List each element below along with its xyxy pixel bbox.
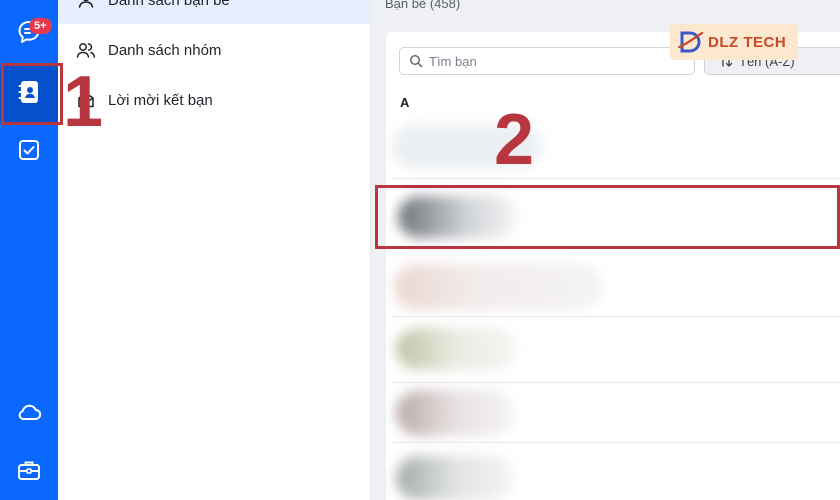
row-divider <box>392 178 840 179</box>
checkbox-icon <box>17 138 41 167</box>
blurred-contact[interactable] <box>396 390 514 436</box>
users-icon <box>76 40 96 60</box>
search-icon <box>409 54 423 68</box>
step-number-2: 2 <box>494 100 535 180</box>
highlight-box-step1 <box>1 63 63 125</box>
blurred-contact[interactable] <box>396 456 514 500</box>
contacts-sidebar: Danh sách bạn bè Danh sách nhóm Lời mời … <box>58 0 371 500</box>
sidebar-item-groups[interactable]: Danh sách nhóm <box>58 26 370 74</box>
sidebar-item-label: Danh sách nhóm <box>108 41 222 59</box>
rail-todo-button[interactable] <box>0 124 58 180</box>
search-input[interactable]: Tìm bạn <box>399 47 695 75</box>
sidebar-item-label: Danh sách bạn bè <box>108 0 230 9</box>
user-icon <box>76 0 96 10</box>
row-divider <box>392 316 840 317</box>
step-number-1: 1 <box>63 62 104 142</box>
page-title: Bạn bè (458) <box>385 0 461 11</box>
row-divider <box>392 382 840 383</box>
cloud-icon <box>16 400 42 429</box>
sidebar-item-label: Lời mời kết bạn <box>108 91 213 109</box>
brand-name: DLZ TECH <box>708 33 787 51</box>
brand-logo-icon <box>678 29 704 55</box>
rail-messages-button[interactable]: 5+ <box>0 6 58 62</box>
sidebar-item-friend-requests[interactable]: Lời mời kết bạn <box>58 76 370 124</box>
group-letter: A <box>400 95 410 110</box>
search-placeholder: Tìm bạn <box>429 53 477 69</box>
highlight-box-step2 <box>375 185 840 249</box>
blurred-contact[interactable] <box>394 264 602 310</box>
brand-watermark: DLZ TECH <box>670 24 798 60</box>
rail-cloud-button[interactable] <box>0 386 58 442</box>
row-divider <box>392 442 840 443</box>
rail-toolbox-button[interactable] <box>0 444 58 500</box>
briefcase-icon <box>16 458 42 487</box>
unread-badge: 5+ <box>29 18 52 34</box>
sidebar-item-friends[interactable]: Danh sách bạn bè <box>58 0 370 24</box>
blurred-contact[interactable] <box>396 328 516 370</box>
